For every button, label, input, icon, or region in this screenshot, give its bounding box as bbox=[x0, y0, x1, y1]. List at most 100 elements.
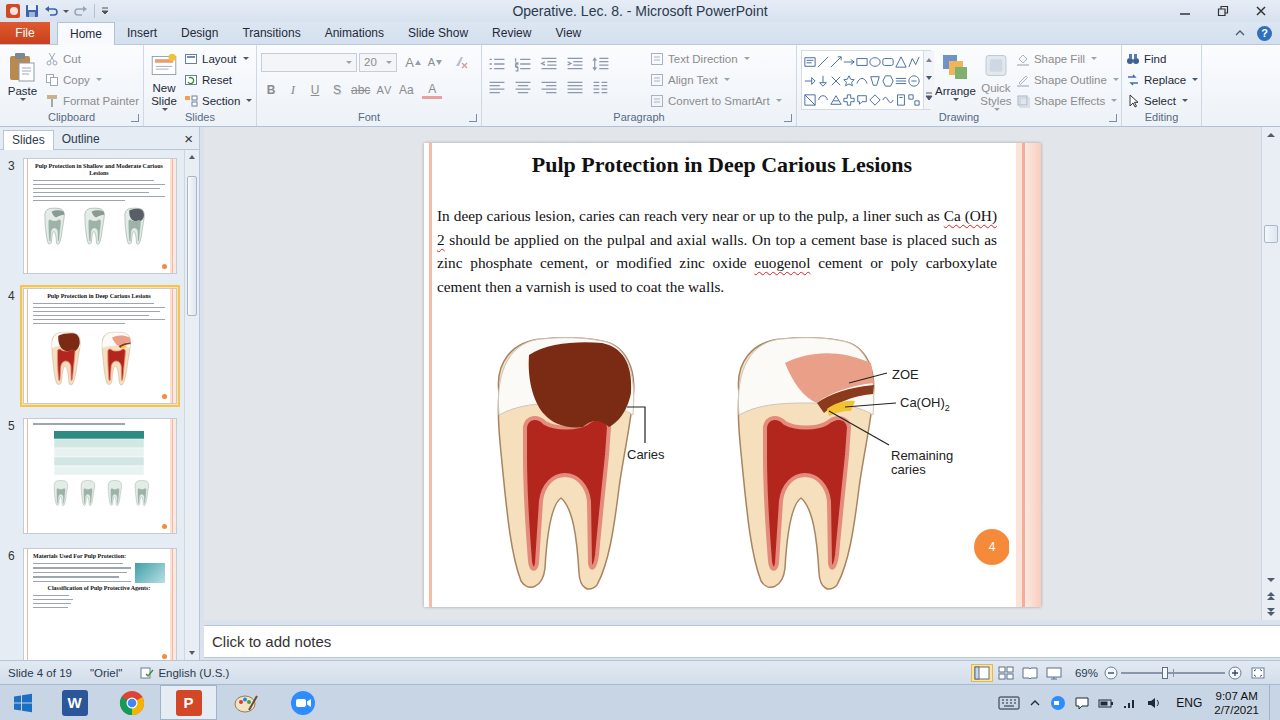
close-button[interactable] bbox=[1242, 1, 1280, 21]
slide-thumbnail-row[interactable]: 4 Pulp Protection in Deep Carious Lesion… bbox=[0, 285, 184, 407]
new-slide-button[interactable]: New Slide bbox=[148, 48, 180, 111]
slides-item[interactable]: Section bbox=[184, 90, 252, 111]
dialog-launcher-icon[interactable] bbox=[1109, 114, 1117, 122]
shape-format-item[interactable]: Shape Outline bbox=[1016, 69, 1119, 90]
zoom-slider[interactable] bbox=[1121, 666, 1225, 680]
ribbon-tab[interactable]: File bbox=[0, 22, 50, 44]
powerpoint-app-icon[interactable] bbox=[5, 3, 21, 19]
dialog-launcher-icon[interactable] bbox=[469, 114, 477, 122]
shape-icon[interactable] bbox=[908, 75, 920, 87]
slides-item[interactable]: Layout bbox=[184, 48, 252, 69]
alignment-icon[interactable] bbox=[564, 80, 586, 96]
shapes-gallery[interactable] bbox=[801, 50, 931, 110]
network-icon[interactable] bbox=[1122, 695, 1138, 711]
shape-icon[interactable] bbox=[817, 75, 829, 87]
grow-font-button[interactable]: A bbox=[403, 52, 423, 72]
alignment-icon[interactable] bbox=[538, 80, 560, 96]
shape-icon[interactable] bbox=[804, 75, 816, 87]
redo-icon[interactable] bbox=[73, 3, 89, 19]
scroll-up-icon[interactable] bbox=[185, 150, 199, 164]
undo-icon[interactable] bbox=[43, 3, 59, 19]
shape-icon[interactable] bbox=[882, 94, 894, 106]
paragraph-format-icon[interactable] bbox=[564, 56, 586, 72]
taskbar-app[interactable] bbox=[103, 685, 160, 720]
slides-item[interactable]: Reset bbox=[184, 69, 252, 90]
ribbon-tab[interactable]: Transitions bbox=[230, 22, 312, 44]
shape-icon[interactable] bbox=[843, 94, 855, 106]
panel-tab[interactable]: Outline bbox=[54, 130, 108, 149]
format-button[interactable]: A bbox=[422, 81, 442, 99]
ribbon-tab[interactable]: View bbox=[543, 22, 593, 44]
clock[interactable]: 9:07 AM2/7/2021 bbox=[1214, 689, 1259, 717]
paragraph-format-icon[interactable] bbox=[538, 56, 560, 72]
slide-thumbnail-row[interactable]: 6 Materials Used For Pulp Protection: Cl… bbox=[0, 545, 184, 660]
misspelled-word[interactable]: Ca (OH) 2 bbox=[437, 207, 997, 248]
shape-icon[interactable] bbox=[856, 75, 868, 87]
font-size-field[interactable]: 20 bbox=[359, 53, 397, 72]
save-icon[interactable] bbox=[24, 3, 40, 19]
gallery-down-icon[interactable] bbox=[924, 69, 934, 87]
minimize-ribbon-icon[interactable] bbox=[1233, 26, 1247, 40]
ribbon-tab[interactable]: Slide Show bbox=[396, 22, 480, 44]
scroll-up-icon[interactable] bbox=[1262, 127, 1280, 143]
editing-item[interactable]: Replace bbox=[1126, 69, 1198, 90]
input-language[interactable]: ENG bbox=[1176, 696, 1202, 710]
slide-thumbnail-row[interactable]: 3 Pulp Protection in Shallow and Moderat… bbox=[0, 155, 184, 277]
alignment-icon[interactable] bbox=[486, 80, 508, 96]
slide-thumbnail-row[interactable]: 5 bbox=[0, 415, 184, 537]
shape-icon[interactable] bbox=[830, 56, 842, 68]
scroll-down-icon[interactable] bbox=[1262, 572, 1280, 588]
ribbon-tab[interactable]: Design bbox=[169, 22, 230, 44]
ribbon-tab[interactable]: Home bbox=[57, 22, 115, 45]
taskbar-app[interactable]: P bbox=[160, 685, 217, 720]
clipboard-item[interactable]: Format Painter bbox=[45, 90, 139, 111]
ribbon-tab[interactable]: Animations bbox=[313, 22, 396, 44]
slide[interactable]: Pulp Protection in Deep Carious Lesions … bbox=[424, 143, 1041, 607]
format-button[interactable]: S bbox=[327, 80, 347, 100]
shape-icon[interactable] bbox=[895, 94, 907, 106]
scroll-down-icon[interactable] bbox=[185, 646, 199, 660]
gallery-up-icon[interactable] bbox=[924, 51, 934, 69]
clipboard-item[interactable]: Copy bbox=[45, 69, 139, 90]
view-button[interactable] bbox=[1019, 664, 1041, 682]
shape-icon[interactable] bbox=[869, 94, 881, 106]
fit-to-window-icon[interactable] bbox=[1250, 665, 1266, 681]
shape-icon[interactable] bbox=[908, 94, 920, 106]
shape-format-item[interactable]: Shape Effects bbox=[1016, 90, 1119, 111]
minimize-button[interactable] bbox=[1166, 1, 1204, 21]
quick-styles-button[interactable]: Quick Styles bbox=[980, 48, 1012, 111]
shape-icon[interactable] bbox=[843, 75, 855, 87]
panel-tab[interactable]: Slides bbox=[3, 130, 54, 150]
alignment-icon[interactable] bbox=[590, 80, 612, 96]
shape-icon[interactable] bbox=[830, 75, 842, 87]
shape-icon[interactable] bbox=[856, 56, 868, 68]
close-panel-button[interactable]: × bbox=[178, 130, 199, 149]
shape-icon[interactable] bbox=[804, 56, 816, 68]
taskbar-app[interactable]: W bbox=[46, 685, 103, 720]
slide-thumbnail[interactable]: Pulp Protection in Shallow and Moderate … bbox=[23, 158, 177, 274]
zoom-level[interactable]: 69% bbox=[1075, 667, 1098, 679]
show-hidden-icons-icon[interactable] bbox=[1028, 696, 1042, 710]
view-button[interactable] bbox=[1043, 664, 1065, 682]
paste-button[interactable]: Paste bbox=[4, 48, 41, 111]
shape-icon[interactable] bbox=[843, 56, 855, 68]
zoom-tray-icon[interactable] bbox=[1050, 695, 1066, 711]
font-name-field[interactable] bbox=[261, 53, 357, 72]
format-button[interactable]: AV bbox=[374, 80, 394, 100]
next-slide-icon[interactable] bbox=[1262, 604, 1280, 620]
dialog-launcher-icon[interactable] bbox=[131, 114, 139, 122]
shape-icon[interactable] bbox=[895, 75, 907, 87]
customize-toolbar-icon[interactable] bbox=[100, 3, 110, 19]
shape-icon[interactable] bbox=[869, 56, 881, 68]
view-button[interactable] bbox=[995, 664, 1017, 682]
misspelled-word[interactable]: euogenol bbox=[754, 254, 810, 271]
battery-icon[interactable] bbox=[1098, 695, 1114, 711]
shrink-font-button[interactable]: A bbox=[425, 52, 445, 72]
format-button[interactable]: I bbox=[283, 80, 303, 100]
format-button[interactable]: B bbox=[261, 80, 281, 100]
slides-panel-scrollbar[interactable] bbox=[184, 150, 199, 660]
shape-icon[interactable] bbox=[882, 75, 894, 87]
shape-icon[interactable] bbox=[895, 56, 907, 68]
taskbar-app[interactable] bbox=[274, 685, 331, 720]
dialog-launcher-icon[interactable] bbox=[784, 114, 792, 122]
